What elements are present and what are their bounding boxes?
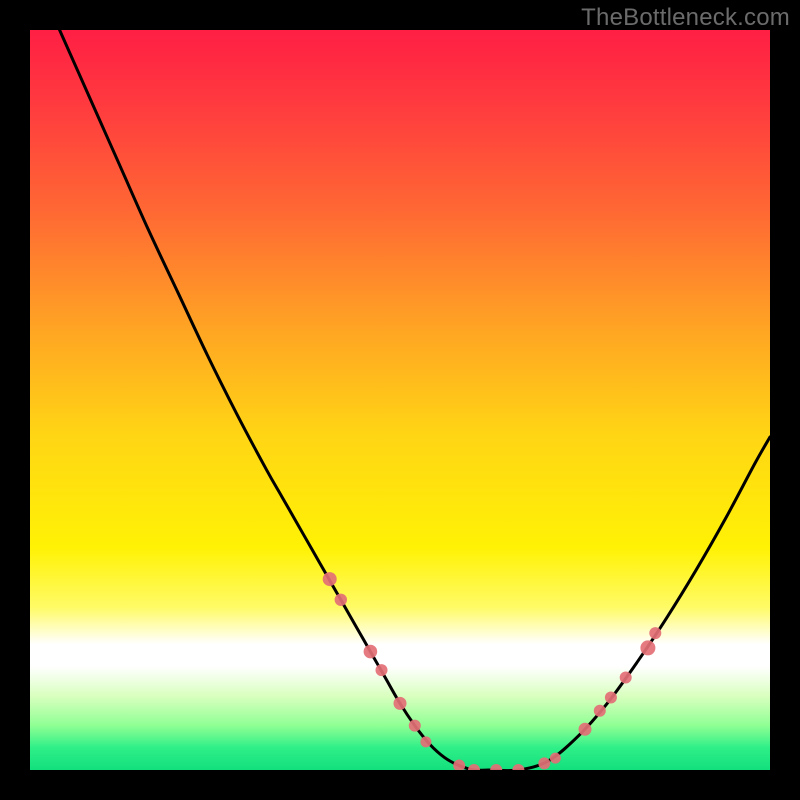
data-marker (620, 672, 632, 684)
bottleneck-curve-chart (30, 30, 770, 770)
data-marker (409, 720, 421, 732)
data-marker (394, 697, 407, 710)
data-marker (550, 753, 561, 764)
data-marker (376, 664, 388, 676)
watermark-text: TheBottleneck.com (581, 4, 790, 32)
data-marker (649, 627, 661, 639)
data-marker (640, 640, 655, 655)
data-marker (323, 572, 337, 586)
data-marker (420, 736, 431, 747)
data-marker (594, 705, 606, 717)
data-marker (364, 645, 378, 659)
chart-background-gradient (30, 30, 770, 770)
data-marker (538, 757, 550, 769)
chart-frame: TheBottleneck.com (0, 0, 800, 800)
data-marker (335, 594, 347, 606)
data-marker (605, 691, 617, 703)
data-marker (579, 723, 592, 736)
